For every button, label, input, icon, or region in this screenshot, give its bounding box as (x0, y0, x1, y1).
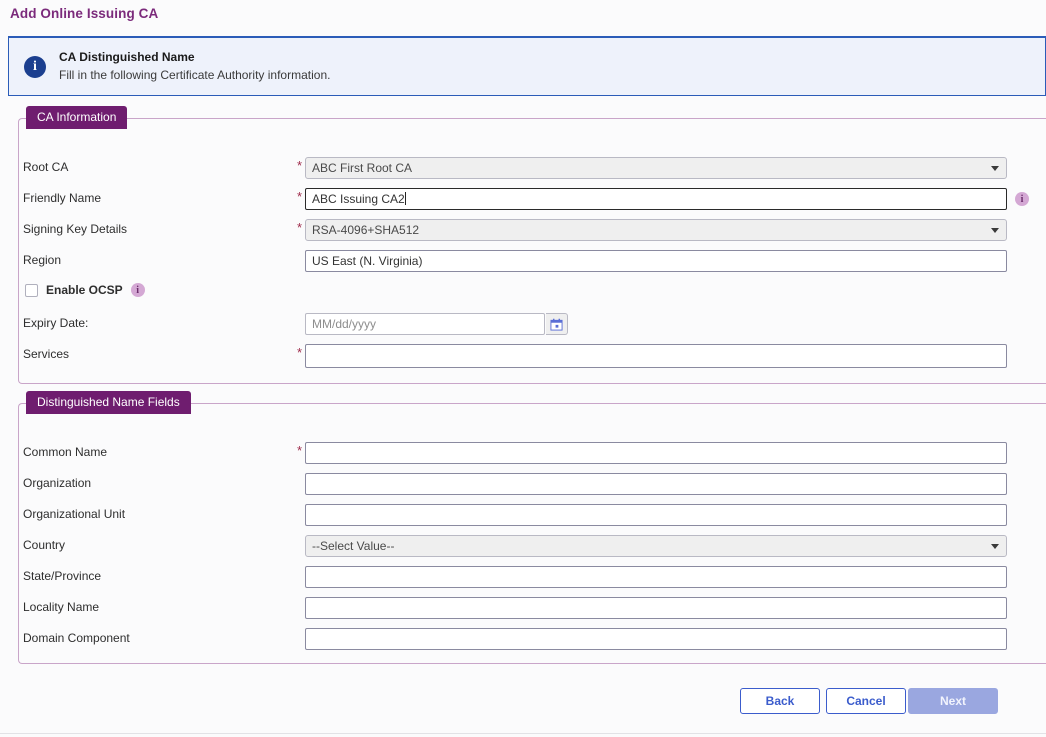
root-ca-select[interactable]: ABC First Root CA (305, 157, 1007, 179)
state-province-label: State/Province (23, 569, 101, 583)
form-row-signing-key-details: Signing Key Details * RSA-4096+SHA512 (19, 219, 1046, 241)
form-row-organization: Organization (19, 473, 1046, 495)
root-ca-value: ABC First Root CA (312, 161, 412, 175)
friendly-name-value: ABC Issuing CA2 (312, 192, 405, 206)
organization-label: Organization (23, 476, 91, 490)
services-required-marker: * (297, 346, 302, 359)
expiry-date-input[interactable]: MM/dd/yyyy (305, 313, 545, 335)
common-name-input[interactable] (305, 442, 1007, 464)
country-select[interactable]: --Select Value-- (305, 535, 1007, 557)
enable-ocsp-row[interactable]: Enable OCSP i (25, 283, 145, 297)
form-row-country: Country --Select Value-- (19, 535, 1046, 557)
friendly-name-info-bubble-icon[interactable]: i (1015, 192, 1029, 206)
back-button[interactable]: Back (740, 688, 820, 714)
domain-component-label: Domain Component (23, 631, 130, 645)
form-row-state-province: State/Province (19, 566, 1046, 588)
footer-actions: Back Cancel Next (0, 688, 1046, 718)
state-province-input[interactable] (305, 566, 1007, 588)
distinguished-name-fields-section: Distinguished Name Fields Common Name * … (18, 403, 1046, 664)
signing-key-details-label: Signing Key Details (23, 222, 127, 236)
form-row-common-name: Common Name * (19, 442, 1046, 464)
form-row-friendly-name: Friendly Name * ABC Issuing CA2 i (19, 188, 1046, 210)
friendly-name-label: Friendly Name (23, 191, 101, 205)
info-circle-icon: i (24, 56, 46, 78)
locality-name-label: Locality Name (23, 600, 99, 614)
expiry-date-label: Expiry Date: (23, 316, 88, 330)
cancel-button[interactable]: Cancel (826, 688, 906, 714)
friendly-name-input[interactable]: ABC Issuing CA2 (305, 188, 1007, 210)
region-label: Region (23, 253, 61, 267)
common-name-label: Common Name (23, 445, 107, 459)
enable-ocsp-info-bubble-icon[interactable]: i (131, 283, 145, 297)
root-ca-required-marker: * (297, 159, 302, 172)
text-caret (405, 192, 406, 205)
locality-name-input[interactable] (305, 597, 1007, 619)
organization-input[interactable] (305, 473, 1007, 495)
chevron-down-icon (991, 544, 999, 549)
services-label: Services (23, 347, 69, 361)
info-banner-subtitle: Fill in the following Certificate Author… (59, 67, 330, 84)
signing-key-details-value: RSA-4096+SHA512 (312, 223, 419, 237)
services-input[interactable] (305, 344, 1007, 368)
form-row-organizational-unit: Organizational Unit (19, 504, 1046, 526)
domain-component-input[interactable] (305, 628, 1007, 650)
country-label: Country (23, 538, 65, 552)
form-row-domain-component: Domain Component (19, 628, 1046, 650)
region-input[interactable]: US East (N. Virginia) (305, 250, 1007, 272)
region-value: US East (N. Virginia) (312, 254, 422, 268)
country-value: --Select Value-- (312, 539, 394, 553)
ca-information-section: CA Information Root CA * ABC First Root … (18, 118, 1046, 384)
form-row-expiry-date: Expiry Date: MM/dd/yyyy (19, 313, 1046, 335)
info-banner: i CA Distinguished Name Fill in the foll… (8, 36, 1046, 96)
calendar-glyph (550, 318, 563, 331)
calendar-icon[interactable] (546, 313, 568, 335)
signing-key-details-select[interactable]: RSA-4096+SHA512 (305, 219, 1007, 241)
form-row-root-ca: Root CA * ABC First Root CA (19, 157, 1046, 179)
footer-divider (0, 733, 1046, 734)
enable-ocsp-checkbox[interactable] (25, 284, 38, 297)
organizational-unit-input[interactable] (305, 504, 1007, 526)
chevron-down-icon (991, 228, 999, 233)
info-banner-title: CA Distinguished Name (59, 49, 330, 66)
form-row-locality-name: Locality Name (19, 597, 1046, 619)
form-row-services: Services * (19, 344, 1046, 366)
page-title: Add Online Issuing CA (10, 6, 158, 21)
friendly-name-required-marker: * (297, 190, 302, 203)
organizational-unit-label: Organizational Unit (23, 507, 125, 521)
signing-key-details-required-marker: * (297, 221, 302, 234)
info-banner-text: CA Distinguished Name Fill in the follow… (59, 49, 330, 84)
common-name-required-marker: * (297, 444, 302, 457)
chevron-down-icon (991, 166, 999, 171)
ca-information-legend: CA Information (26, 106, 127, 129)
root-ca-label: Root CA (23, 160, 68, 174)
next-button[interactable]: Next (908, 688, 998, 714)
enable-ocsp-label: Enable OCSP (46, 283, 123, 297)
form-row-region: Region US East (N. Virginia) (19, 250, 1046, 272)
expiry-date-placeholder: MM/dd/yyyy (312, 317, 376, 331)
distinguished-name-fields-legend: Distinguished Name Fields (26, 391, 191, 414)
